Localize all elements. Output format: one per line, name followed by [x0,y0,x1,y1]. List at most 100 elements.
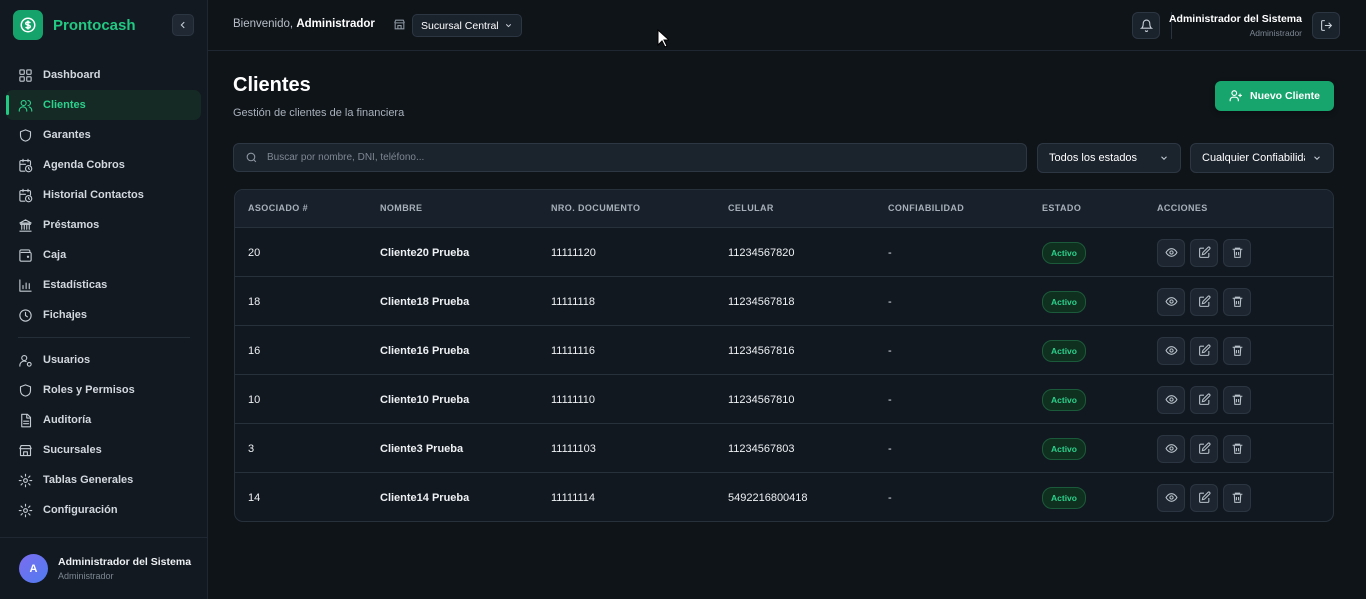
document-cell: 11111103 [551,442,596,455]
sidebar-item-configuracion[interactable]: Configuración [6,495,201,525]
sidebar-item-garantes[interactable]: Garantes [6,120,201,150]
column-header: CONFIABILIDAD [888,203,965,213]
table-row[interactable]: 10 Cliente10 Prueba 11111110 11234567810 - Ac… [235,375,1333,424]
delete-button[interactable] [1223,483,1251,512]
new-client-label: Nuevo Cliente [1249,90,1320,102]
sidebar-item-label: Préstamos [43,219,100,231]
delete-button[interactable] [1223,434,1251,463]
topbar-user[interactable]: Administrador del Sistema Administrador [1169,13,1302,38]
trash-icon [1232,394,1242,405]
phone-cell: 11234567818 [728,295,795,308]
sidebar-item-usuarios[interactable]: Usuarios [6,345,201,375]
reliability-cell: - [888,442,892,455]
edit-button[interactable] [1190,385,1218,414]
trash-icon [1232,296,1242,307]
sidebar-item-estadisticas[interactable]: Estadísticas [6,270,201,300]
branch-select[interactable]: Sucursal Central [412,14,522,37]
status-badge: Activo [1042,290,1086,313]
search-input[interactable] [267,152,967,163]
shield-icon [19,383,32,397]
view-button[interactable] [1157,483,1185,512]
status-filter-value: Todos los estados [1049,152,1138,164]
trash-icon [1232,443,1242,454]
name-cell: Cliente16 Prueba [380,344,470,357]
status-filter[interactable]: Todos los estados [1037,143,1181,173]
edit-button[interactable] [1190,483,1218,512]
sidebar-user[interactable]: A Administrador del Sistema Administrado… [0,537,207,599]
document-cell: 11111114 [551,491,596,504]
reliability-cell: - [888,393,892,406]
delete-button[interactable] [1223,336,1251,365]
search-box[interactable] [233,143,1027,172]
sidebar-item-label: Estadísticas [43,279,108,291]
sidebar-item-roles-y-permisos[interactable]: Roles y Permisos [6,375,201,405]
branch-value: Sucursal Central [421,19,499,32]
logout-button[interactable] [1312,12,1340,39]
sidebar-item-prestamos[interactable]: Préstamos [6,210,201,240]
table-row[interactable]: 20 Cliente20 Prueba 11111120 11234567820 - Ac… [235,228,1333,277]
view-button[interactable] [1157,434,1185,463]
brand[interactable]: Prontocash [13,10,136,40]
topbar-user-role: Administrador [1249,28,1302,38]
edit-icon [1198,442,1211,454]
sidebar-item-auditoria[interactable]: Auditoría [6,405,201,435]
delete-button[interactable] [1223,287,1251,316]
sidebar-item-fichajes[interactable]: Fichajes [6,300,201,330]
status-badge: Activo [1042,241,1086,264]
table-row[interactable]: 16 Cliente16 Prueba 11111116 11234567816 - Ac… [235,326,1333,375]
sidebar-user-role: Administrador [58,571,114,581]
table-row[interactable]: 14 Cliente14 Prueba 11111114 5492216800418 -… [235,473,1333,521]
calendar-clock-icon [19,158,33,172]
eye-icon [1164,493,1178,502]
welcome-user: Administrador [296,18,375,30]
view-button[interactable] [1157,287,1185,316]
column-header: NOMBRE [380,203,423,213]
sidebar-item-clientes[interactable]: Clientes [6,90,201,120]
sidebar-item-dashboard[interactable]: Dashboard [6,60,201,90]
reliability-filter-value: Cualquier Confiabilidad [1202,152,1305,164]
user-cog-icon [19,354,32,367]
table-row[interactable]: 18 Cliente18 Prueba 11111118 11234567818 - Ac… [235,277,1333,326]
edit-icon [1198,344,1211,356]
sidebar-item-agenda-cobros[interactable]: Agenda Cobros [6,150,201,180]
name-cell: Cliente18 Prueba [380,295,470,308]
phone-cell: 11234567820 [728,246,795,259]
notifications-button[interactable] [1132,12,1160,39]
view-button[interactable] [1157,385,1185,414]
sidebar-item-caja[interactable]: Caja [6,240,201,270]
edit-button[interactable] [1190,336,1218,365]
row-actions [1157,375,1256,424]
reliability-filter[interactable]: Cualquier Confiabilidad [1190,143,1334,173]
table-row[interactable]: 3 Cliente3 Prueba 11111103 11234567803 - Acti… [235,424,1333,473]
reliability-cell: - [888,344,892,357]
delete-button[interactable] [1223,238,1251,267]
sidebar-item-tablas-generales[interactable]: Tablas Generales [6,465,201,495]
new-client-button[interactable]: Nuevo Cliente [1215,81,1334,111]
collapse-sidebar-button[interactable] [172,14,194,36]
sidebar-item-label: Auditoría [43,414,92,426]
edit-button[interactable] [1190,434,1218,463]
view-button[interactable] [1157,336,1185,365]
name-cell: Cliente10 Prueba [380,393,470,406]
sidebar-item-sucursales[interactable]: Sucursales [6,435,201,465]
sidebar-item-historial-contactos[interactable]: Historial Contactos [6,180,201,210]
bank-icon [19,218,32,232]
status-badge: Activo [1042,486,1086,509]
column-header: CELULAR [728,203,774,213]
document-icon [21,413,32,427]
edit-button[interactable] [1190,238,1218,267]
page-subtitle: Gestión de clientes de la financiera [233,107,405,119]
phone-cell: 11234567816 [728,344,795,357]
delete-button[interactable] [1223,385,1251,414]
edit-button[interactable] [1190,287,1218,316]
welcome-text: Bienvenido, Administrador [233,18,375,30]
grid-icon [19,68,32,82]
sidebar-item-label: Agenda Cobros [43,159,125,171]
sidebar-divider [18,337,190,338]
sidebar-item-label: Clientes [43,99,86,111]
phone-cell: 11234567803 [728,442,795,455]
sidebar-item-label: Garantes [43,129,91,141]
search-icon [246,152,257,163]
chevron-left-icon [180,21,185,29]
view-button[interactable] [1157,238,1185,267]
